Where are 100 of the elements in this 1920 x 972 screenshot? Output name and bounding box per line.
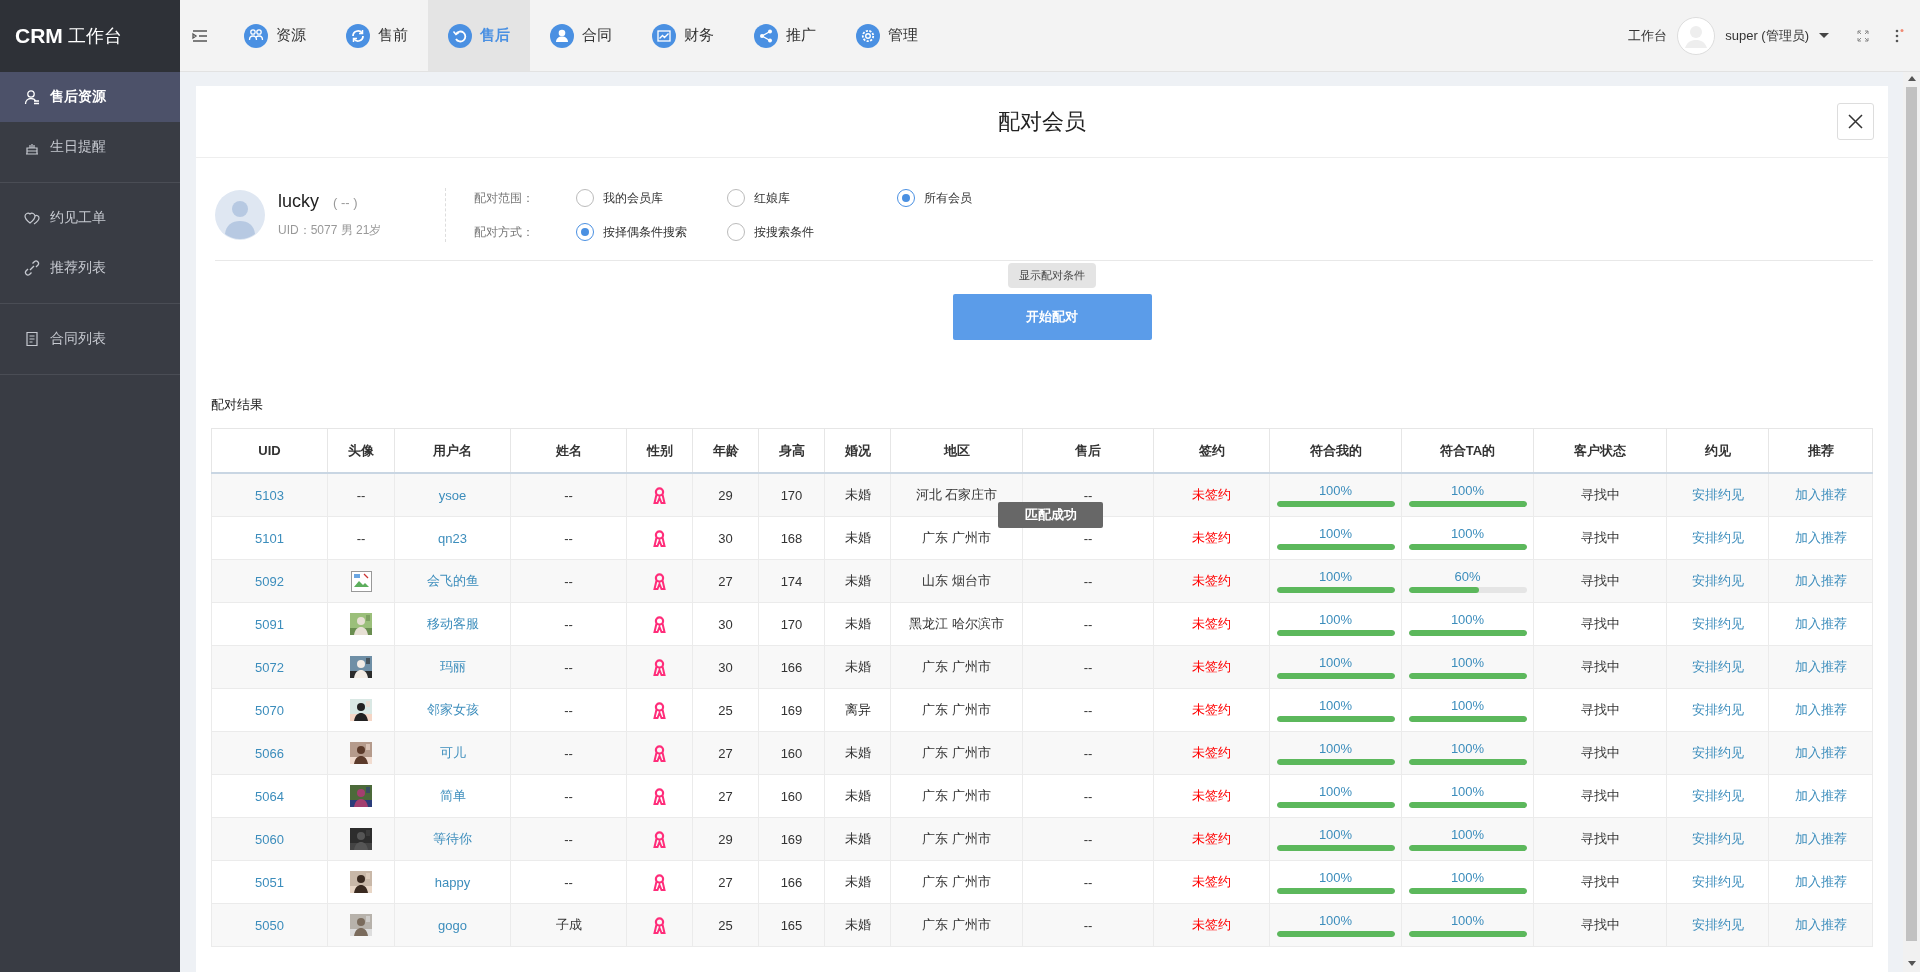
add-recommend-link[interactable]: 加入推荐	[1794, 702, 1847, 717]
radio-option[interactable]: 红娘库	[727, 189, 897, 207]
close-icon[interactable]	[1848, 114, 1863, 129]
sidebar-item[interactable]: 合同列表	[0, 314, 180, 364]
nav-tab[interactable]: 售后	[428, 0, 530, 71]
table-cell: 未签约	[1192, 874, 1231, 889]
add-recommend-link[interactable]: 加入推荐	[1794, 659, 1847, 674]
arrange-meeting-link[interactable]: 安排约见	[1691, 616, 1744, 631]
table-cell: --	[1083, 831, 1093, 847]
sidebar-item[interactable]: 约见工单	[0, 193, 180, 243]
table-cell: 25	[718, 702, 733, 718]
user-menu[interactable]: super (管理员)	[1725, 26, 1809, 45]
user-id-link[interactable]: 5101	[255, 530, 284, 546]
add-recommend-link[interactable]: 加入推荐	[1794, 487, 1847, 502]
caret-icon[interactable]	[1819, 33, 1829, 38]
user-id-link[interactable]: 5050	[255, 917, 284, 933]
arrange-meeting-link[interactable]: 安排约见	[1691, 530, 1744, 545]
user-id-link[interactable]: 5051	[255, 874, 284, 890]
table-cell: 27	[718, 745, 733, 761]
scroll-up-icon[interactable]	[1907, 76, 1916, 81]
arrange-meeting-link[interactable]: 安排约见	[1691, 831, 1744, 846]
arrange-meeting-link[interactable]: 安排约见	[1691, 487, 1744, 502]
table-cell: 山东 烟台市	[922, 573, 991, 588]
table-cell: --	[564, 616, 573, 632]
sidebar-item[interactable]: 售后资源	[0, 72, 180, 122]
add-recommend-link[interactable]: 加入推荐	[1794, 745, 1847, 760]
arrange-meeting-link[interactable]: 安排约见	[1691, 702, 1744, 717]
scrollbar[interactable]	[1903, 72, 1920, 972]
user-id-link[interactable]: 5060	[255, 831, 284, 847]
username-link[interactable]: 可儿	[439, 745, 466, 760]
arrange-meeting-link[interactable]: 安排约见	[1691, 874, 1744, 889]
radio-option[interactable]: 我的会员库	[576, 189, 727, 207]
table-cell: 寻找中	[1580, 573, 1620, 588]
table-cell: 寻找中	[1580, 530, 1620, 545]
table-cell: --	[1083, 530, 1093, 546]
username-link[interactable]: 邻家女孩	[426, 702, 479, 717]
username-link[interactable]: happy	[434, 874, 471, 890]
table-cell: 子成	[555, 917, 582, 932]
more-icon[interactable]	[1895, 28, 1904, 43]
add-recommend-link[interactable]: 加入推荐	[1794, 917, 1847, 932]
sidebar-item[interactable]: 生日提醒	[0, 122, 180, 172]
arrange-meeting-link[interactable]: 安排约见	[1691, 573, 1744, 588]
table-cell: 未婚	[844, 530, 871, 545]
nav-tab[interactable]: 财务	[632, 0, 734, 71]
table-cell: --	[1083, 573, 1093, 589]
table-cell: 寻找中	[1580, 831, 1620, 846]
match-percent: 100%	[1318, 655, 1353, 670]
table-cell: 未签约	[1192, 530, 1231, 545]
user-id-link[interactable]: 5103	[255, 487, 284, 503]
username-link[interactable]: 移动客服	[426, 616, 479, 631]
fullscreen-icon[interactable]	[1857, 29, 1869, 42]
sidebar-item[interactable]: 推荐列表	[0, 243, 180, 293]
nav-tab[interactable]: 合同	[530, 0, 632, 71]
radio-option[interactable]: 所有会员	[897, 189, 1057, 207]
broken-image-icon	[350, 570, 372, 592]
toggle-conditions-button[interactable]: 显示配对条件	[1008, 263, 1096, 288]
table-cell: --	[1083, 788, 1093, 804]
add-recommend-link[interactable]: 加入推荐	[1794, 530, 1847, 545]
nav-tab[interactable]: 推广	[734, 0, 836, 71]
user-id-link[interactable]: 5066	[255, 745, 284, 761]
user-id-link[interactable]: 5070	[255, 702, 284, 718]
username-link[interactable]: qn23	[438, 530, 467, 546]
user-id-link[interactable]: 5072	[255, 659, 284, 675]
table-cell: 166	[780, 874, 803, 890]
radio-option[interactable]: 按搜索条件	[727, 223, 897, 241]
add-recommend-link[interactable]: 加入推荐	[1794, 831, 1847, 846]
user-id-link[interactable]: 5064	[255, 788, 284, 804]
workbench-link[interactable]: 工作台	[1628, 26, 1668, 45]
table-cell: 未婚	[844, 487, 871, 502]
arrange-meeting-link[interactable]: 安排约见	[1691, 917, 1744, 932]
match-percent: 100%	[1318, 698, 1353, 713]
arrange-meeting-link[interactable]: 安排约见	[1691, 659, 1744, 674]
add-recommend-link[interactable]: 加入推荐	[1794, 788, 1847, 803]
add-recommend-link[interactable]: 加入推荐	[1794, 616, 1847, 631]
username-link[interactable]: 简单	[439, 788, 466, 803]
table-cell: 未签约	[1192, 573, 1231, 588]
close-button[interactable]	[1837, 103, 1874, 140]
username-link[interactable]: 玛丽	[439, 659, 466, 674]
username-link[interactable]: ysoe	[438, 487, 467, 503]
arrange-meeting-link[interactable]: 安排约见	[1691, 788, 1744, 803]
radio-option[interactable]: 按择偶条件搜索	[576, 223, 727, 241]
user-id-link[interactable]: 5092	[255, 573, 284, 589]
add-recommend-link[interactable]: 加入推荐	[1794, 573, 1847, 588]
add-recommend-link[interactable]: 加入推荐	[1794, 874, 1847, 889]
username-link[interactable]: 会飞的鱼	[426, 573, 479, 588]
scroll-down-icon[interactable]	[1907, 961, 1916, 966]
nav-tab[interactable]: 资源	[224, 0, 326, 71]
option-label: 配对方式：	[474, 223, 535, 241]
nav-tab[interactable]: 管理	[836, 0, 938, 71]
nav-tab[interactable]: 售前	[326, 0, 428, 71]
refresh-icon	[346, 23, 370, 48]
user-id-link[interactable]: 5091	[255, 616, 284, 632]
table-cell: 未婚	[844, 831, 871, 846]
arrange-meeting-link[interactable]: 安排约见	[1691, 745, 1744, 760]
table-cell: --	[564, 831, 573, 847]
menu-icon[interactable]	[192, 28, 208, 43]
table-cell: --	[1083, 659, 1093, 675]
username-link[interactable]: 等待你	[433, 831, 472, 846]
username-link[interactable]: gogo	[438, 917, 467, 933]
start-match-button[interactable]: 开始配对	[952, 294, 1152, 340]
